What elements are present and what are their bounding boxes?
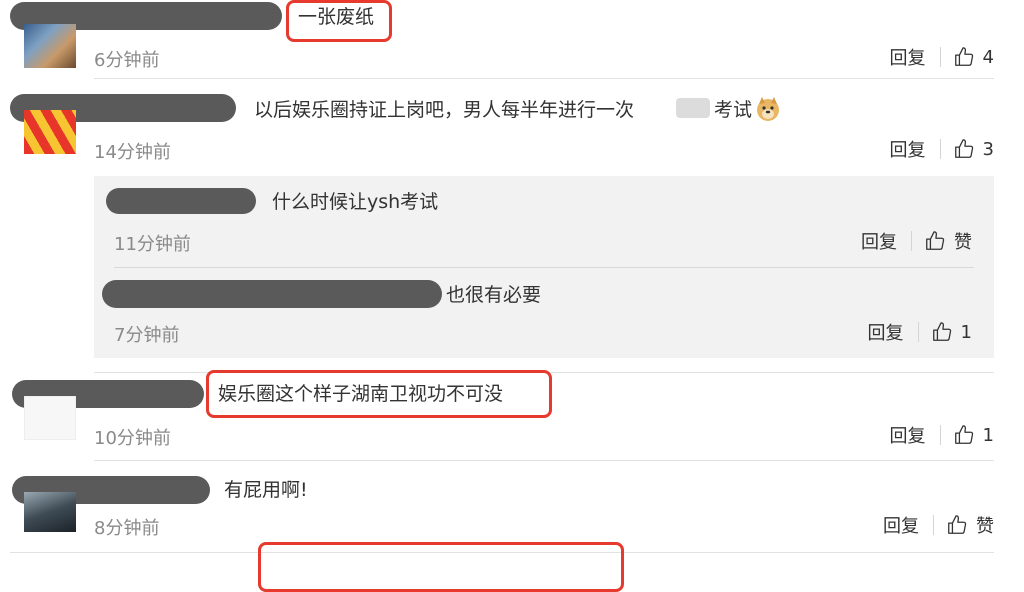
action-divider <box>939 139 941 159</box>
reply-button[interactable]: 回复 <box>883 512 919 538</box>
reply-thread: 什么时候让ysh考试 11分钟前 回复 赞 也很有必要 7分钟前 回复 1 <box>94 176 994 358</box>
thumbs-up-icon[interactable] <box>953 46 975 68</box>
action-divider <box>911 231 912 251</box>
timestamp: 8分钟前 <box>94 518 160 539</box>
timestamp: 10分钟前 <box>94 428 171 449</box>
comment-text-tail: 考试 <box>714 99 753 121</box>
thumbs-up-icon[interactable] <box>931 321 953 343</box>
avatar[interactable] <box>24 492 76 532</box>
thumbs-up-icon[interactable] <box>946 514 968 536</box>
redacted-username <box>106 188 256 214</box>
comment-actions: 回复 1 <box>890 422 994 448</box>
reply-text: 什么时候让ysh考试 <box>272 191 439 213</box>
comment-text: 有屁用啊! <box>224 479 308 501</box>
avatar[interactable] <box>24 110 76 154</box>
like-count: 赞 <box>954 232 972 253</box>
action-divider <box>933 515 934 535</box>
reply-button[interactable]: 回复 <box>861 228 897 254</box>
highlight-box <box>258 542 624 592</box>
reply-actions: 回复 赞 <box>861 228 972 254</box>
redacted-word <box>676 98 710 118</box>
avatar[interactable] <box>24 24 76 68</box>
action-divider <box>939 47 941 67</box>
redacted-username <box>102 280 442 308</box>
timestamp: 7分钟前 <box>114 325 180 346</box>
comment-actions: 回复 赞 <box>883 512 994 538</box>
reply-button[interactable]: 回复 <box>868 319 904 345</box>
avatar[interactable] <box>24 396 76 440</box>
reply-actions: 回复 1 <box>868 319 972 345</box>
comment-actions: 回复 3 <box>890 136 994 162</box>
reply-button[interactable]: 回复 <box>890 422 926 448</box>
timestamp: 14分钟前 <box>94 142 171 163</box>
like-count: 赞 <box>976 516 994 537</box>
action-divider <box>917 322 919 342</box>
thumbs-up-icon[interactable] <box>924 230 946 252</box>
reply-button[interactable]: 回复 <box>890 44 926 70</box>
doge-emoji-icon <box>757 97 779 121</box>
thumbs-up-icon[interactable] <box>953 138 975 160</box>
reply-button[interactable]: 回复 <box>890 136 926 162</box>
comment-text: 娱乐圈这个样子湖南卫视功不可没 <box>218 383 504 405</box>
divider <box>114 267 974 268</box>
comment-actions: 回复 4 <box>890 44 994 70</box>
like-count: 1 <box>960 321 972 343</box>
divider <box>94 78 994 79</box>
reply-text: 也很有必要 <box>446 284 542 306</box>
comment-text: 一张废纸 <box>298 6 375 28</box>
divider <box>94 460 994 461</box>
action-divider <box>939 425 941 445</box>
like-count: 1 <box>982 424 994 446</box>
timestamp: 11分钟前 <box>114 234 191 255</box>
comment-text: 以后娱乐圈持证上岗吧，男人每半年进行一次 <box>254 99 635 121</box>
timestamp: 6分钟前 <box>94 50 160 71</box>
thumbs-up-icon[interactable] <box>953 424 975 446</box>
like-count: 3 <box>982 138 994 160</box>
like-count: 4 <box>982 46 994 68</box>
